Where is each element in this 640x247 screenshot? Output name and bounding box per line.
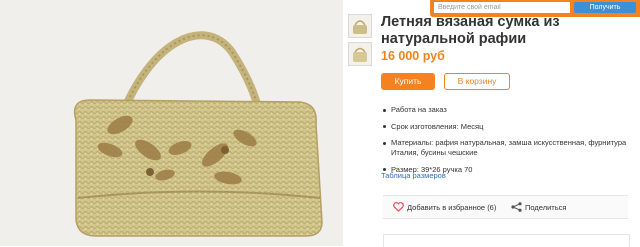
bag-image (73, 31, 323, 237)
email-input[interactable] (434, 2, 570, 13)
feature-item: Материалы: рафия натуральная, замша иску… (383, 138, 638, 158)
add-to-cart-button[interactable]: В корзину (444, 73, 510, 90)
heart-icon (393, 202, 404, 214)
product-photo[interactable] (0, 0, 343, 246)
thumbnail-list (348, 14, 372, 70)
product-price: 16 000 руб (381, 49, 445, 63)
thumbnail-2[interactable] (348, 42, 372, 66)
feature-list: Работа на заказ Срок изготовления: Месяц… (383, 105, 638, 181)
share-icon (511, 202, 522, 214)
next-section-box (383, 234, 630, 247)
feature-item: Срок изготовления: Месяц (383, 122, 638, 132)
thumbnail-1[interactable] (348, 14, 372, 38)
favorites-label: Добавить в избранное (6) (407, 203, 497, 212)
get-button[interactable]: Получить (574, 2, 636, 13)
share-label: Поделиться (525, 203, 567, 212)
product-title: Летняя вязаная сумка из натуральной рафи… (381, 14, 560, 47)
size-table-link[interactable]: Таблица размеров (381, 171, 446, 180)
feature-item: Работа на заказ (383, 105, 638, 115)
buy-button[interactable]: Купить (381, 73, 435, 90)
actions-bar: Добавить в избранное (6) Поделиться (383, 195, 628, 219)
